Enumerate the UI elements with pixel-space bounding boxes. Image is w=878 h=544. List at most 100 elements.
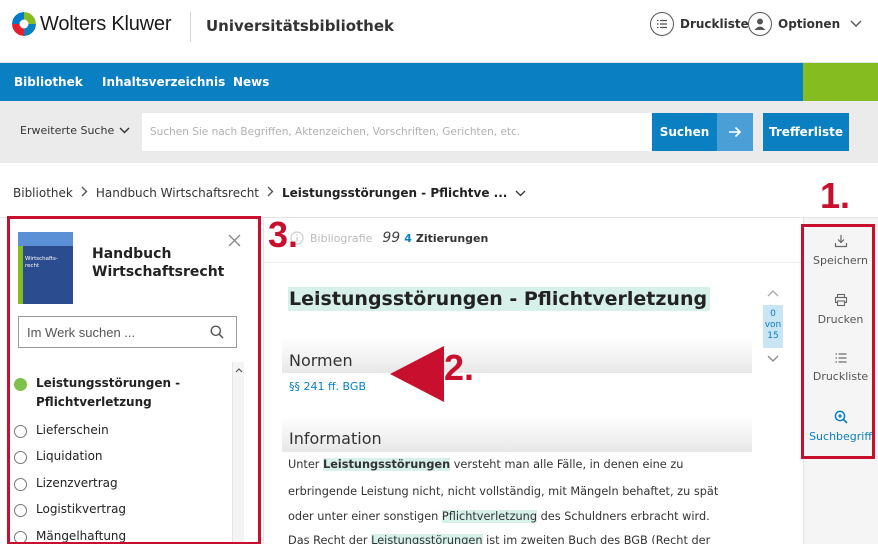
- nav-news[interactable]: News: [233, 75, 269, 89]
- radio-icon: [14, 478, 27, 491]
- zitierungen-count: 4: [404, 231, 412, 245]
- search-highlight: Leistungsstörungen: [323, 458, 451, 471]
- searchterm-label: Suchbegriff: [809, 430, 872, 443]
- list-icon: [835, 353, 846, 363]
- hit-counter-total: 15: [767, 331, 779, 341]
- work-search-input[interactable]: [19, 317, 199, 347]
- search-input[interactable]: [142, 113, 652, 151]
- printlist-button[interactable]: Druckliste: [803, 352, 878, 383]
- tab-bibliografie[interactable]: Bibliografie: [290, 231, 372, 245]
- chevron-up-icon: [235, 368, 243, 373]
- radio-icon: [14, 425, 27, 438]
- radio-icon: [14, 504, 27, 517]
- print-button[interactable]: Drucken: [803, 293, 878, 326]
- arrow-right-icon: [729, 126, 742, 138]
- chevron-right-icon: [267, 186, 274, 200]
- tree-item[interactable]: Logistikvertrag: [14, 502, 126, 517]
- print-label: Drucken: [817, 313, 864, 326]
- paragraph-line: Unter Leistungsstörungen versteht man al…: [288, 458, 683, 471]
- druckliste-button[interactable]: Druckliste: [650, 11, 749, 37]
- annotation-number-2: 2.: [444, 347, 475, 388]
- tree-item-label: Lieferschein: [36, 423, 109, 437]
- search-highlight: Pflichtverletzung: [441, 510, 538, 523]
- tree-item-label: Liquidation: [36, 449, 103, 463]
- chevron-up-icon: [767, 290, 779, 297]
- previous-hit-button[interactable]: [763, 286, 783, 302]
- divider: [263, 218, 264, 544]
- tree-item-label: Logistikvertrag: [36, 502, 127, 516]
- radio-icon: [14, 451, 27, 464]
- hit-counter: 0 von 15: [763, 305, 783, 348]
- breadcrumb-bibliothek[interactable]: Bibliothek: [13, 186, 73, 200]
- breadcrumb-handbuch[interactable]: Handbuch Wirtschaftsrecht: [96, 186, 259, 200]
- wolters-kluwer-logo-icon: [12, 12, 36, 36]
- annotation-arrow-icon: [390, 346, 444, 402]
- normen-heading: Normen: [289, 351, 353, 370]
- hit-counter-sep: von: [764, 320, 782, 330]
- close-icon[interactable]: [228, 231, 241, 252]
- document-title: Leistungsstörungen - Pflichtverletzung: [288, 287, 711, 311]
- annotation-number-1: 1.: [820, 175, 851, 216]
- tree-item[interactable]: Mängelhaftung: [14, 529, 126, 544]
- chevron-down-icon: [119, 124, 130, 137]
- tree-item[interactable]: Lieferschein: [14, 423, 109, 438]
- text-span: versteht man alle Fälle, in denen eine z…: [450, 458, 684, 471]
- divider: [264, 262, 802, 263]
- printer-icon: [834, 293, 847, 307]
- nav-accent-block: [803, 63, 878, 101]
- tree-item-label: Leistungsstörungen - Pflichtverletzung: [36, 376, 181, 409]
- chevron-right-icon: [81, 186, 88, 200]
- save-label: Speichern: [813, 254, 868, 267]
- download-icon: [834, 235, 847, 248]
- book-title: Handbuch Wirtschaftsrecht: [92, 246, 225, 280]
- text-span: Das Recht der: [288, 534, 372, 544]
- tree-item[interactable]: Liquidation: [14, 449, 103, 464]
- text-span: des Schuldners erbracht wird.: [537, 510, 710, 523]
- normen-link[interactable]: §§ 241 ff. BGB: [289, 380, 366, 393]
- search-button[interactable]: Suchen: [652, 113, 717, 151]
- paragraph-line: oder unter einer sonstigen Pflichtverlet…: [288, 510, 710, 523]
- text-span: Unter: [288, 458, 324, 471]
- trefferliste-button[interactable]: Trefferliste: [763, 113, 849, 151]
- paragraph-line: Das Recht der Leistungsstörungen ist im …: [288, 534, 710, 544]
- printlist-label: Druckliste: [812, 370, 869, 383]
- information-heading: Information: [289, 429, 382, 448]
- save-button[interactable]: Speichern: [803, 234, 878, 267]
- druckliste-label: Druckliste: [680, 17, 749, 31]
- hit-counter-current: 0: [770, 309, 776, 319]
- tree-item[interactable]: Leistungsstörungen - Pflichtverletzung: [14, 376, 186, 412]
- tab-bibliografie-label: Bibliografie: [310, 231, 373, 245]
- tree-item[interactable]: Lizenzvertrag: [14, 476, 118, 491]
- list-icon: [650, 12, 674, 36]
- next-hit-button[interactable]: [763, 352, 783, 366]
- tree-scrollbar[interactable]: [232, 362, 244, 544]
- optionen-label: Optionen: [778, 17, 841, 31]
- radio-icon: [14, 531, 27, 544]
- optionen-button[interactable]: Optionen: [748, 11, 862, 37]
- search-icon[interactable]: [210, 324, 224, 343]
- nav-bibliothek[interactable]: Bibliothek: [14, 75, 83, 89]
- text-span: ist im zweiten Buch des BGB (Recht der: [482, 534, 711, 544]
- advanced-search-dropdown[interactable]: Erweiterte Suche: [20, 124, 130, 137]
- nav-inhaltsverzeichnis[interactable]: Inhaltsverzeichnis: [102, 75, 225, 89]
- book-cover-text: Wirtschafts- recht: [25, 256, 58, 269]
- tab-zitierungen[interactable]: 99 4 Zitierungen: [382, 230, 488, 246]
- user-icon: [748, 12, 772, 36]
- content-tabs: Bibliografie 99 4 Zitierungen: [290, 230, 488, 246]
- annotation-number-3: 3.: [268, 214, 299, 255]
- chevron-down-icon: [850, 17, 862, 31]
- searchterm-button[interactable]: Suchbegriff: [803, 410, 878, 443]
- site-title: Universitätsbibliothek: [206, 17, 395, 35]
- tree-item-label: Lizenzvertrag: [36, 476, 118, 490]
- chevron-down-icon[interactable]: [515, 186, 526, 200]
- chevron-down-icon: [767, 355, 779, 362]
- search-term-icon: [834, 410, 848, 424]
- quote-icon: 99: [382, 230, 401, 246]
- breadcrumb: Bibliothek Handbuch Wirtschaftsrecht Lei…: [13, 186, 526, 200]
- advanced-search-label: Erweiterte Suche: [20, 124, 115, 137]
- breadcrumb-current[interactable]: Leistungsstörungen - Pflichtve ...: [282, 186, 507, 200]
- search-submit-arrow-button[interactable]: [717, 113, 753, 151]
- paragraph-line: erbringende Leistung nicht, nicht vollst…: [288, 485, 719, 498]
- header-divider: [190, 12, 191, 42]
- work-search-field: [18, 316, 237, 348]
